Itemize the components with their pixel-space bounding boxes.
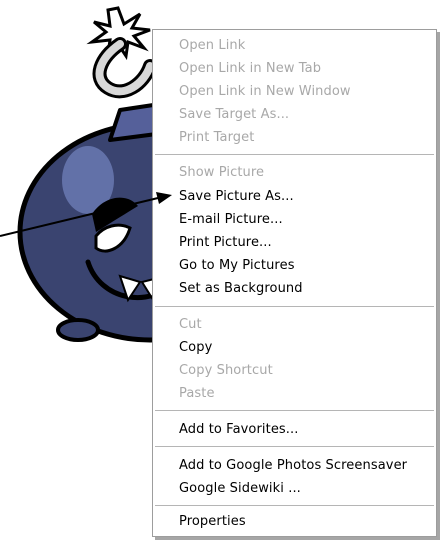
menu-item-google-sidewiki[interactable]: Google Sidewiki ... [179,481,301,497]
menu-item-save-picture-as[interactable]: Save Picture As... [179,189,294,205]
menu-item-print-target[interactable]: Print Target [179,130,254,146]
menu-separator [155,410,434,412]
menu-separator [155,306,434,308]
menu-item-copy-shortcut[interactable]: Copy Shortcut [179,363,273,379]
menu-item-save-target-as[interactable]: Save Target As... [179,107,289,123]
menu-item-show-picture[interactable]: Show Picture [179,165,264,181]
menu-item-go-to-my-pictures[interactable]: Go to My Pictures [179,258,295,274]
menu-item-add-to-favorites[interactable]: Add to Favorites... [179,422,299,438]
menu-item-print-picture[interactable]: Print Picture... [179,235,272,251]
menu-item-open-link-new-window[interactable]: Open Link in New Window [179,84,351,100]
menu-item-email-picture[interactable]: E-mail Picture... [179,212,283,228]
menu-item-open-link[interactable]: Open Link [179,38,245,54]
menu-item-properties[interactable]: Properties [179,514,246,530]
menu-separator [155,446,434,448]
menu-item-paste[interactable]: Paste [179,386,215,402]
menu-item-copy[interactable]: Copy [179,340,212,356]
context-menu: Open Link Open Link in New Tab Open Link… [152,29,437,537]
menu-separator [155,154,434,156]
menu-item-add-to-google-photos-screensaver[interactable]: Add to Google Photos Screensaver [179,458,407,474]
menu-item-open-link-new-tab[interactable]: Open Link in New Tab [179,61,321,77]
menu-item-cut[interactable]: Cut [179,317,202,333]
menu-item-set-as-background[interactable]: Set as Background [179,281,303,297]
menu-separator [155,505,434,507]
